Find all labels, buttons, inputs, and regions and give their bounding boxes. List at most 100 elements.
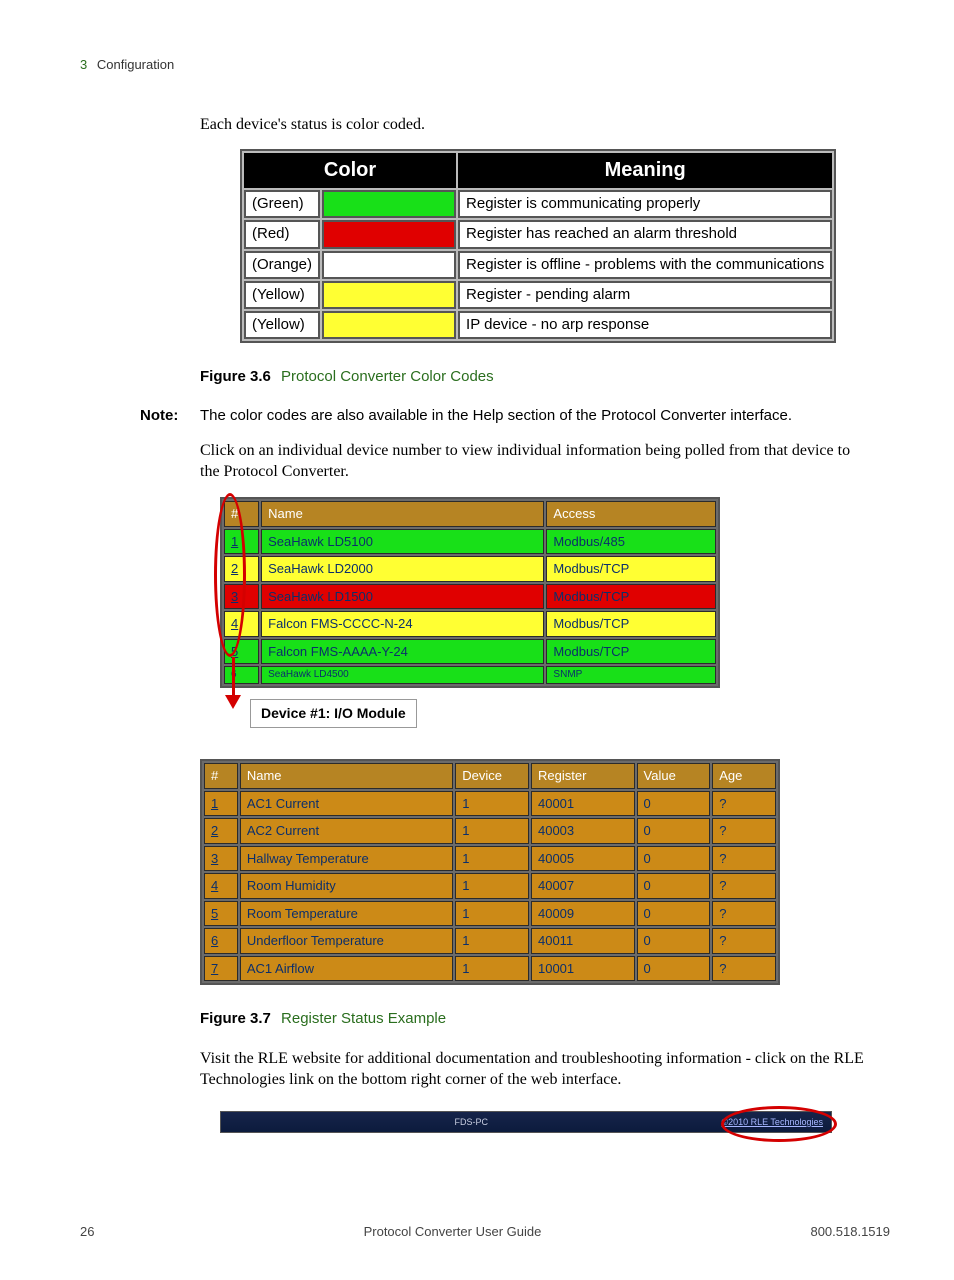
footer-phone: 800.518.1519 [810, 1223, 890, 1241]
register-row-name: Room Temperature [240, 901, 453, 927]
callout-oval-icon [721, 1106, 837, 1142]
register-row-register: 40011 [531, 928, 635, 954]
register-row-device: 1 [455, 873, 529, 899]
callout-oval-icon [214, 493, 246, 657]
register-row-device: 1 [455, 818, 529, 844]
device-row-access: Modbus/TCP [546, 611, 716, 637]
register-row-idx[interactable]: 7 [204, 956, 238, 982]
color-swatch [322, 190, 456, 218]
device-row-access: Modbus/TCP [546, 639, 716, 665]
figure-title: Register Status Example [281, 1010, 446, 1027]
register-row-device: 1 [455, 846, 529, 872]
device-row-access: Modbus/485 [546, 529, 716, 555]
register-row-age: ? [712, 873, 776, 899]
register-row-register: 40005 [531, 846, 635, 872]
register-row-idx[interactable]: 3 [204, 846, 238, 872]
register-row-device: 1 [455, 956, 529, 982]
register-row-age: ? [712, 956, 776, 982]
color-header: Color [244, 153, 456, 188]
register-row-name: AC2 Current [240, 818, 453, 844]
color-meaning: Register is communicating properly [458, 190, 832, 218]
register-row-idx[interactable]: 4 [204, 873, 238, 899]
figure-3-6-caption: Figure 3.6 Protocol Converter Color Code… [200, 367, 870, 387]
chapter-number: 3 [80, 57, 87, 72]
device-row-access: Modbus/TCP [546, 556, 716, 582]
register-row-device: 1 [455, 901, 529, 927]
device-callout-label: Device #1: I/O Module [250, 699, 417, 728]
color-code-table: Color Meaning (Green) Register is communi… [240, 149, 836, 343]
reg-col-name: Name [240, 763, 453, 789]
color-label: (Yellow) [244, 311, 320, 339]
paragraph-3: Visit the RLE website for additional doc… [200, 1048, 870, 1091]
footer-title: Protocol Converter User Guide [94, 1223, 810, 1241]
reg-col-age: Age [712, 763, 776, 789]
reg-col-num: # [204, 763, 238, 789]
color-meaning: Register has reached an alarm threshold [458, 220, 832, 248]
register-screenshot-table: # Name Device Register Value Age 1AC1 Cu… [200, 759, 780, 985]
register-row-value: 0 [637, 818, 711, 844]
register-row-register: 40003 [531, 818, 635, 844]
device-row-name: SeaHawk LD5100 [261, 529, 544, 555]
color-meaning: Register - pending alarm [458, 281, 832, 309]
register-row-idx[interactable]: 5 [204, 901, 238, 927]
register-row-age: ? [712, 901, 776, 927]
intro-paragraph: Each device's status is color coded. [200, 114, 870, 136]
register-row-value: 0 [637, 791, 711, 817]
register-row-register: 10001 [531, 956, 635, 982]
page-number: 26 [80, 1223, 94, 1241]
register-row-name: AC1 Airflow [240, 956, 453, 982]
register-row-register: 40009 [531, 901, 635, 927]
partial-row-access: SNMP [546, 666, 716, 684]
register-row-value: 0 [637, 956, 711, 982]
page-footer: 26 Protocol Converter User Guide 800.518… [80, 1223, 890, 1241]
color-label: (Green) [244, 190, 320, 218]
device-row-name: SeaHawk LD2000 [261, 556, 544, 582]
register-row-age: ? [712, 928, 776, 954]
register-row-value: 0 [637, 846, 711, 872]
note-block: Note: The color codes are also available… [80, 406, 890, 426]
figure-label: Figure 3.7 [200, 1010, 271, 1027]
reg-col-register: Register [531, 763, 635, 789]
register-row-value: 0 [637, 873, 711, 899]
color-swatch [322, 220, 456, 248]
note-label: Note: [140, 406, 200, 426]
device-row-name: SeaHawk LD1500 [261, 584, 544, 610]
register-row-name: AC1 Current [240, 791, 453, 817]
register-row-idx[interactable]: 2 [204, 818, 238, 844]
color-label: (Orange) [244, 251, 320, 279]
callout-arrow-line [232, 657, 235, 699]
web-footer-bar: FDS-PC ©2010 RLE Technologies [220, 1111, 832, 1133]
callout-arrow-tip-icon [225, 695, 241, 709]
figure-label: Figure 3.6 [200, 368, 271, 385]
register-row-value: 0 [637, 901, 711, 927]
register-row-value: 0 [637, 928, 711, 954]
color-swatch [322, 311, 456, 339]
register-row-register: 40001 [531, 791, 635, 817]
register-row-name: Hallway Temperature [240, 846, 453, 872]
color-meaning: Register is offline - problems with the … [458, 251, 832, 279]
figure-title: Protocol Converter Color Codes [281, 368, 494, 385]
note-text: The color codes are also available in th… [200, 406, 890, 426]
register-row-idx[interactable]: 6 [204, 928, 238, 954]
color-swatch [322, 281, 456, 309]
register-row-age: ? [712, 846, 776, 872]
register-row-device: 1 [455, 928, 529, 954]
register-row-age: ? [712, 818, 776, 844]
meaning-header: Meaning [458, 153, 832, 188]
device-screenshot-table: # Name Access 1SeaHawk LD5100Modbus/4852… [220, 497, 720, 688]
breadcrumb: 3 Configuration [80, 56, 890, 74]
col-access: Access [546, 501, 716, 527]
reg-col-device: Device [455, 763, 529, 789]
web-footer-center: FDS-PC [454, 1116, 488, 1128]
register-row-register: 40007 [531, 873, 635, 899]
col-name: Name [261, 501, 544, 527]
reg-col-value: Value [637, 763, 711, 789]
register-row-name: Room Humidity [240, 873, 453, 899]
partial-row-idx: 6 [224, 666, 259, 684]
paragraph-2: Click on an individual device number to … [200, 440, 870, 483]
register-row-name: Underfloor Temperature [240, 928, 453, 954]
register-row-idx[interactable]: 1 [204, 791, 238, 817]
partial-row-name: SeaHawk LD4500 [261, 666, 544, 684]
register-row-age: ? [712, 791, 776, 817]
chapter-title: Configuration [97, 57, 174, 72]
